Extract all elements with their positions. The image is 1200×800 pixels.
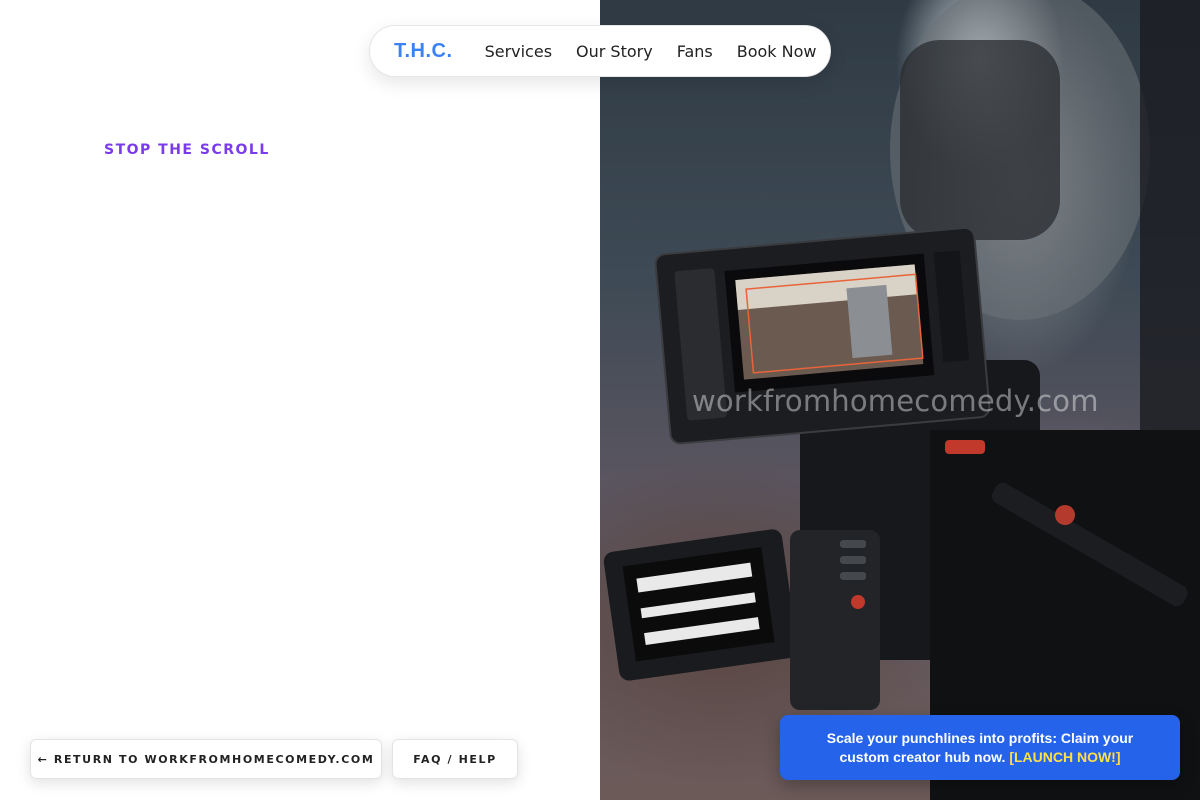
brand-logo[interactable]: T.H.C. bbox=[394, 40, 453, 63]
hero-eyebrow: STOP THE SCROLL bbox=[104, 142, 270, 158]
nav-link-book-now[interactable]: Book Now bbox=[737, 42, 817, 61]
promo-text-wrapper: Scale your punchlines into profits: Clai… bbox=[804, 729, 1156, 767]
watermark-text: workfromhomecomedy.com bbox=[692, 384, 1099, 418]
nav-link-services[interactable]: Services bbox=[485, 42, 552, 61]
nav-link-fans[interactable]: Fans bbox=[677, 42, 713, 61]
nav-link-our-story[interactable]: Our Story bbox=[576, 42, 653, 61]
promo-launch-link[interactable]: [LAUNCH NOW!] bbox=[1009, 749, 1120, 765]
promo-banner[interactable]: Scale your punchlines into profits: Clai… bbox=[780, 715, 1180, 780]
faq-help-button[interactable]: FAQ / HELP bbox=[392, 739, 518, 779]
top-nav: T.H.C. Services Our Story Fans Book Now bbox=[369, 25, 831, 77]
return-home-button[interactable]: ← RETURN TO WORKFROMHOMECOMEDY.COM bbox=[30, 739, 382, 779]
